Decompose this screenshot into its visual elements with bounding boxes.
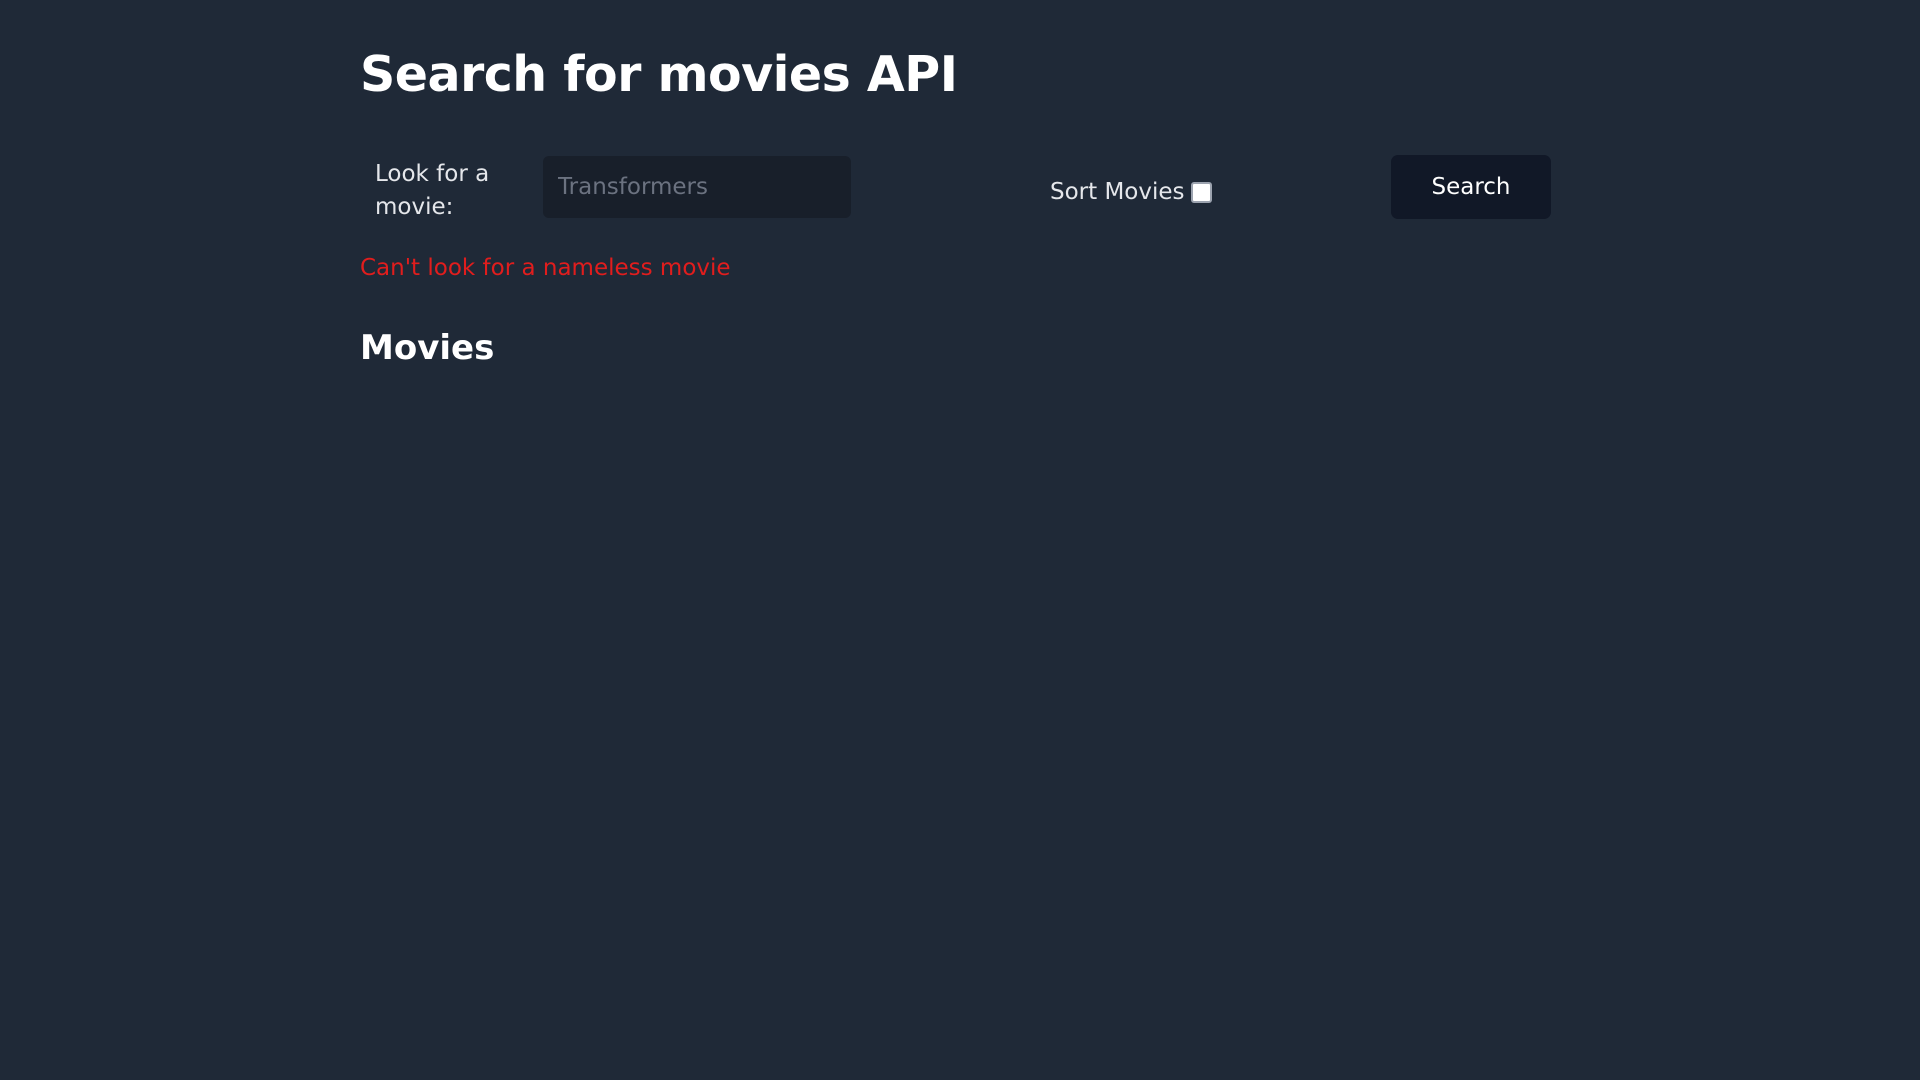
sort-group: Sort Movies <box>1050 175 1212 209</box>
movies-heading: Movies <box>360 328 495 368</box>
search-form: Look for a movie: Sort Movies Search <box>360 155 1552 220</box>
page-title: Search for movies API <box>360 46 958 103</box>
page: Search for movies API Look for a movie: … <box>0 0 1920 1080</box>
movies-list <box>360 390 1552 400</box>
sort-movies-checkbox[interactable] <box>1190 181 1212 203</box>
search-field-label: Look for a movie: <box>375 161 490 220</box>
sort-movies-label: Sort Movies <box>1050 179 1185 205</box>
error-message: Can't look for a nameless movie <box>360 255 731 281</box>
search-input[interactable] <box>543 156 851 218</box>
search-button[interactable]: Search <box>1391 155 1551 219</box>
